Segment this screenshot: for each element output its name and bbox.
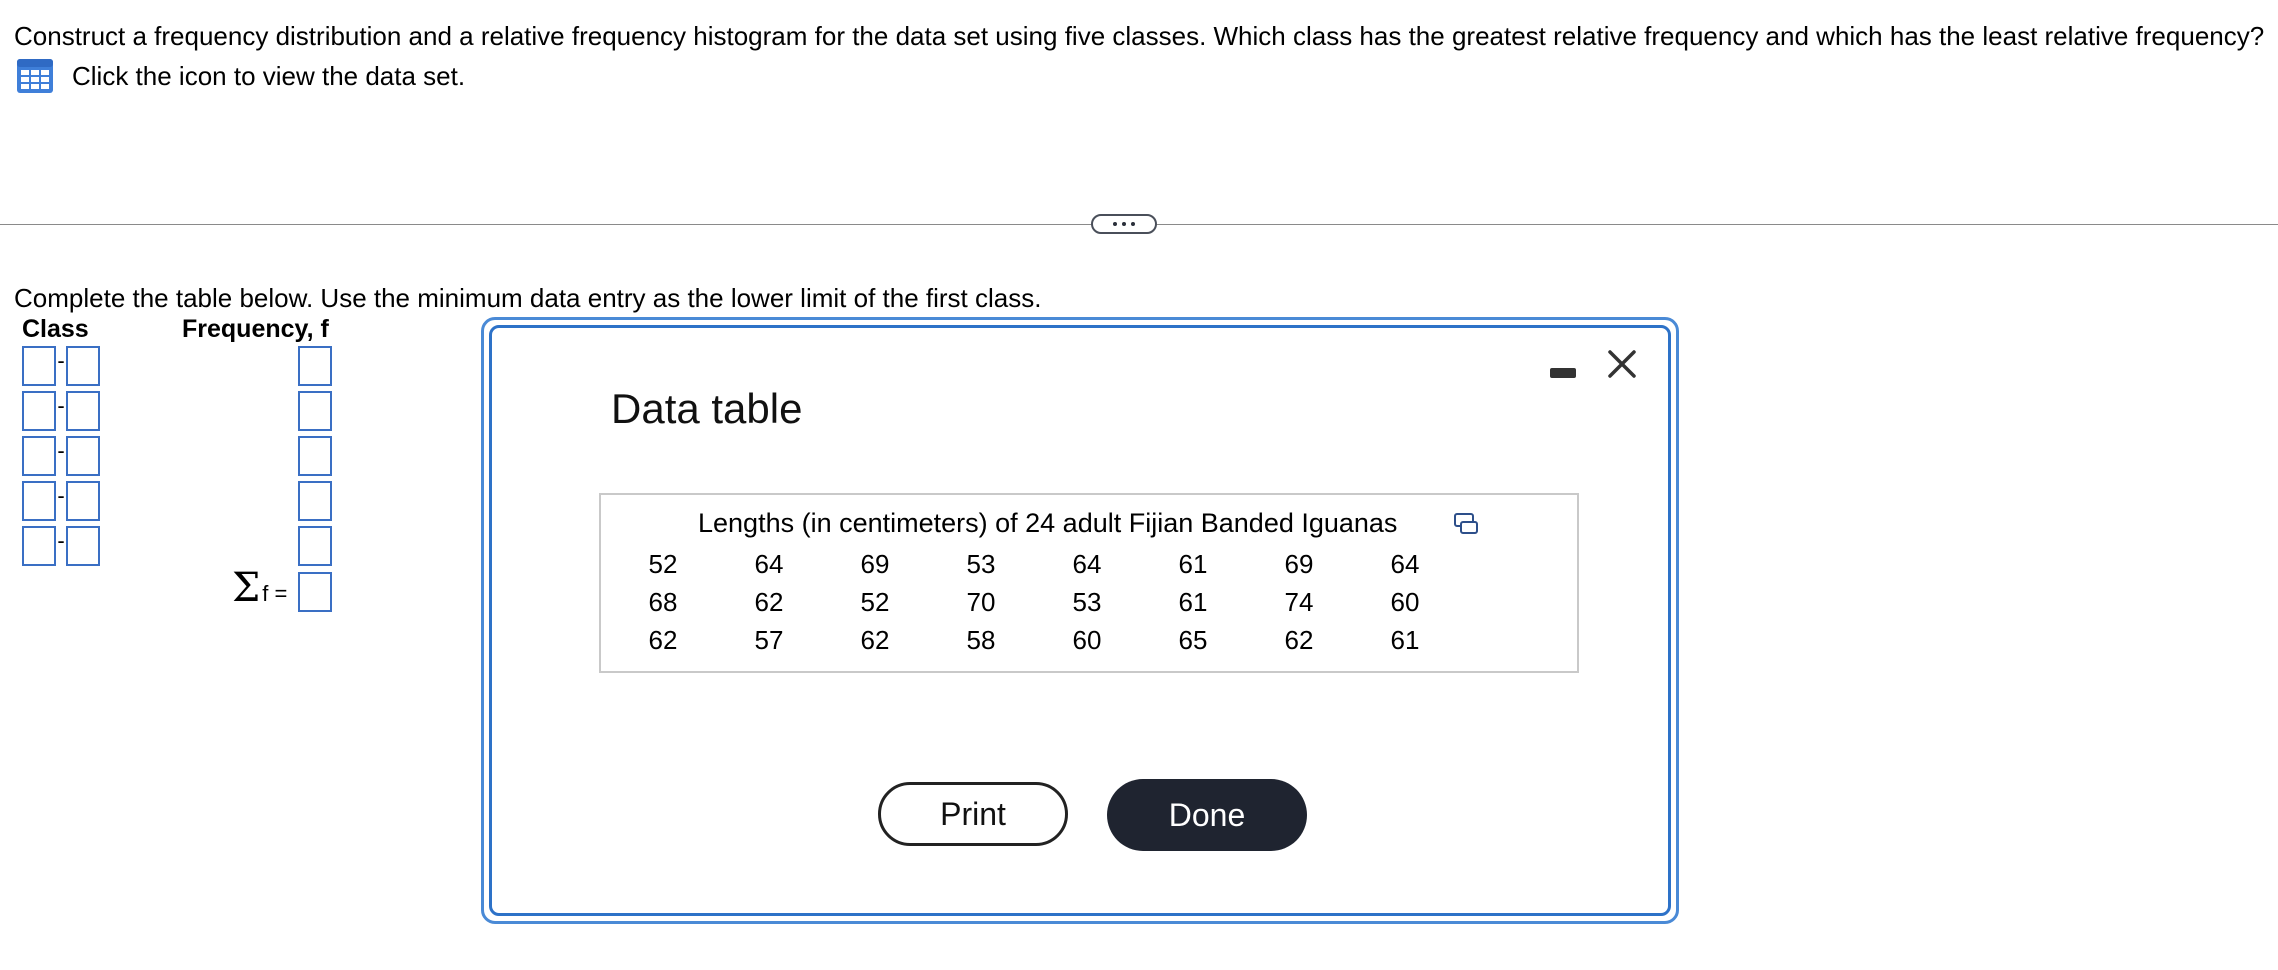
ellipsis-icon xyxy=(1122,222,1126,226)
data-value: 53 xyxy=(1072,587,1102,617)
class-upper-input[interactable] xyxy=(66,436,100,476)
table-grid-icon[interactable] xyxy=(16,58,54,94)
ellipsis-icon xyxy=(1113,222,1117,226)
data-value: 70 xyxy=(966,587,996,617)
data-value: 57 xyxy=(754,625,784,655)
frequency-sum-label: Σ f = xyxy=(232,566,287,610)
data-value: 74 xyxy=(1284,587,1314,617)
frequency-column-header: Frequency, f xyxy=(182,315,329,343)
class-upper-input[interactable] xyxy=(66,346,100,386)
view-dataset-link[interactable]: Click the icon to view the data set. xyxy=(16,58,465,94)
data-value: 64 xyxy=(1390,549,1420,579)
class-row: - xyxy=(22,391,100,431)
class-lower-input[interactable] xyxy=(22,391,56,431)
data-value: 61 xyxy=(1178,587,1208,617)
frequency-input[interactable] xyxy=(298,391,332,431)
class-separator: - xyxy=(57,393,65,418)
data-value: 52 xyxy=(648,549,678,579)
table-instruction: Complete the table below. Use the minimu… xyxy=(14,283,1042,313)
class-lower-input[interactable] xyxy=(22,346,56,386)
ellipsis-icon xyxy=(1131,222,1135,226)
data-value: 68 xyxy=(648,587,678,617)
data-value: 61 xyxy=(1390,625,1420,655)
data-value: 64 xyxy=(754,549,784,579)
data-value: 52 xyxy=(860,587,890,617)
class-separator: - xyxy=(57,483,65,508)
class-row: - xyxy=(22,346,100,386)
class-lower-input[interactable] xyxy=(22,526,56,566)
data-value: 53 xyxy=(966,549,996,579)
class-row: - xyxy=(22,481,100,521)
done-button[interactable]: Done xyxy=(1107,779,1307,851)
frequency-sum-input[interactable] xyxy=(298,572,332,612)
copy-icon[interactable] xyxy=(1453,511,1479,537)
data-value: 60 xyxy=(1072,625,1102,655)
data-value: 60 xyxy=(1390,587,1420,617)
sigma-symbol: Σ xyxy=(232,565,261,611)
data-panel: Lengths (in centimeters) of 24 adult Fij… xyxy=(599,493,1579,673)
print-button[interactable]: Print xyxy=(878,782,1068,846)
class-separator: - xyxy=(57,348,65,373)
class-row: - xyxy=(22,436,100,476)
data-value: 62 xyxy=(860,625,890,655)
class-separator: - xyxy=(57,438,65,463)
data-value: 69 xyxy=(860,549,890,579)
class-upper-input[interactable] xyxy=(66,481,100,521)
page: Construct a frequency distribution and a… xyxy=(0,0,2278,970)
minimize-icon[interactable] xyxy=(1550,368,1576,378)
data-value: 65 xyxy=(1178,625,1208,655)
class-upper-input[interactable] xyxy=(66,391,100,431)
view-dataset-label[interactable]: Click the icon to view the data set. xyxy=(72,58,465,94)
frequency-input[interactable] xyxy=(298,481,332,521)
frequency-input[interactable] xyxy=(298,346,332,386)
modal-body: Data table Lengths (in centimeters) of 2… xyxy=(489,325,1671,916)
frequency-input[interactable] xyxy=(298,436,332,476)
data-table-modal: Data table Lengths (in centimeters) of 2… xyxy=(481,317,1679,924)
data-caption: Lengths (in centimeters) of 24 adult Fij… xyxy=(698,508,1398,538)
data-grid: 52 64 69 53 64 61 69 64 68 62 52 70 53 6… xyxy=(648,545,1496,659)
expand-button[interactable] xyxy=(1091,214,1157,234)
question-prompt: Construct a frequency distribution and a… xyxy=(14,21,2265,51)
data-value: 58 xyxy=(966,625,996,655)
data-value: 62 xyxy=(648,625,678,655)
class-separator: - xyxy=(57,528,65,553)
class-lower-input[interactable] xyxy=(22,436,56,476)
data-value: 69 xyxy=(1284,549,1314,579)
class-column-header: Class xyxy=(22,315,89,343)
data-value: 64 xyxy=(1072,549,1102,579)
sum-label: f = xyxy=(262,581,288,606)
data-value: 61 xyxy=(1178,549,1208,579)
modal-title: Data table xyxy=(611,385,803,432)
class-upper-input[interactable] xyxy=(66,526,100,566)
class-row: - xyxy=(22,526,100,566)
close-icon[interactable] xyxy=(1602,344,1642,384)
frequency-input[interactable] xyxy=(298,526,332,566)
data-value: 62 xyxy=(754,587,784,617)
class-lower-input[interactable] xyxy=(22,481,56,521)
data-value: 62 xyxy=(1284,625,1314,655)
